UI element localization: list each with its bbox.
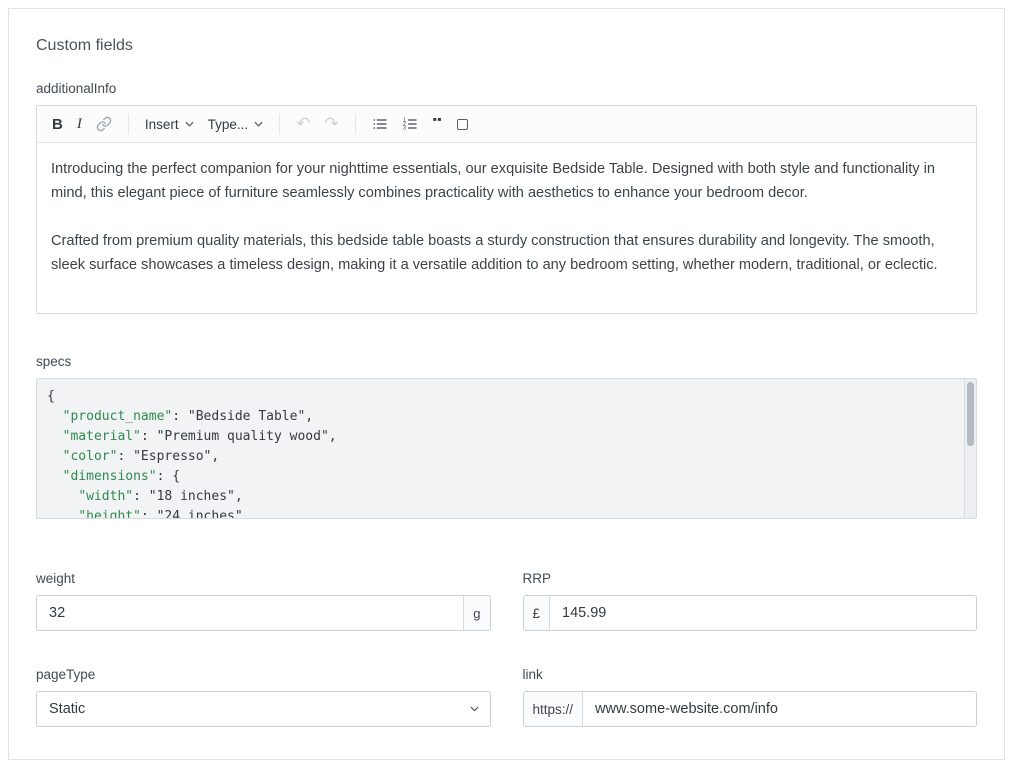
additionalInfo-label: additionalInfo: [36, 81, 977, 96]
field-weight: weight g: [36, 571, 491, 631]
bullet-list-icon: [372, 116, 388, 132]
row-pagetype-link: pageType Static link https://: [36, 667, 977, 727]
block-object-icon: [457, 119, 468, 130]
url-scheme-prefix: https://: [524, 692, 584, 726]
editor-toolbar: B I Insert Type...: [37, 106, 976, 143]
type-style-dropdown-label: Type...: [208, 117, 249, 132]
insert-dropdown[interactable]: Insert: [138, 113, 201, 136]
italic-icon: I: [77, 116, 82, 133]
type-style-dropdown[interactable]: Type...: [201, 113, 271, 136]
currency-prefix: £: [524, 596, 551, 630]
field-additionalInfo: additionalInfo B I Insert Type...: [36, 81, 977, 314]
pageType-select-wrap: Static: [36, 691, 491, 727]
code-line: "color": "Espresso",: [47, 447, 954, 467]
svg-text:3: 3: [403, 126, 406, 132]
bullet-list-button[interactable]: [365, 112, 395, 136]
pageType-select[interactable]: Static: [36, 691, 491, 727]
code-line: {: [47, 387, 954, 407]
field-rrp: RRP £: [523, 571, 978, 631]
code-line: "material": "Premium quality wood",: [47, 427, 954, 447]
scrollbar[interactable]: [964, 379, 976, 518]
bold-button[interactable]: B: [45, 112, 70, 137]
editor-content[interactable]: Introducing the perfect companion for yo…: [37, 143, 976, 313]
weight-input[interactable]: [37, 596, 463, 630]
custom-fields-card: Custom fields additionalInfo B I Insert: [8, 8, 1005, 760]
code-block-button[interactable]: [450, 115, 475, 134]
numbered-list-icon: 123: [402, 116, 418, 132]
link-input[interactable]: [583, 692, 976, 726]
code-line: "product_name": "Bedside Table",: [47, 407, 954, 427]
link-icon: [96, 116, 112, 132]
scrollbar-thumb[interactable]: [967, 382, 974, 446]
redo-icon: ↷: [324, 116, 338, 132]
weight-label: weight: [36, 571, 491, 586]
rrp-label: RRP: [523, 571, 978, 586]
specs-label: specs: [36, 354, 977, 369]
code-content: { "product_name": "Bedside Table", "mate…: [47, 387, 954, 519]
row-weight-rrp: weight g RRP £: [36, 571, 977, 631]
italic-button[interactable]: I: [70, 112, 89, 137]
undo-icon: ↶: [296, 116, 310, 132]
link-input-group: https://: [523, 691, 978, 727]
undo-button[interactable]: ↶: [289, 112, 317, 136]
field-specs: specs { "product_name": "Bedside Table",…: [36, 354, 977, 519]
chevron-down-icon: [185, 121, 194, 127]
blockquote-button[interactable]: “: [425, 114, 450, 134]
toolbar-divider: [355, 114, 356, 134]
insert-dropdown-label: Insert: [145, 117, 179, 132]
rrp-input[interactable]: [550, 596, 976, 630]
editor-paragraph: Crafted from premium quality materials, …: [51, 229, 962, 277]
link-label: link: [523, 667, 978, 682]
code-line: "dimensions": {: [47, 467, 954, 487]
editor-paragraph: Introducing the perfect companion for yo…: [51, 157, 962, 205]
redo-button[interactable]: ↷: [317, 112, 345, 136]
page-title: Custom fields: [36, 37, 977, 55]
link-button[interactable]: [89, 112, 119, 136]
toolbar-divider: [279, 114, 280, 134]
numbered-list-button[interactable]: 123: [395, 112, 425, 136]
rich-text-editor: B I Insert Type...: [36, 105, 977, 314]
bold-icon: B: [52, 116, 63, 133]
blockquote-icon: “: [432, 118, 443, 130]
field-pageType: pageType Static: [36, 667, 491, 727]
pageType-label: pageType: [36, 667, 491, 682]
field-link: link https://: [523, 667, 978, 727]
specs-code-editor[interactable]: { "product_name": "Bedside Table", "mate…: [36, 378, 977, 519]
code-line: "height": "24 inches",: [47, 507, 954, 519]
chevron-down-icon: [254, 121, 263, 127]
code-line: "width": "18 inches",: [47, 487, 954, 507]
toolbar-divider: [128, 114, 129, 134]
weight-input-group: g: [36, 595, 491, 631]
weight-unit-suffix: g: [463, 596, 489, 630]
rrp-input-group: £: [523, 595, 978, 631]
